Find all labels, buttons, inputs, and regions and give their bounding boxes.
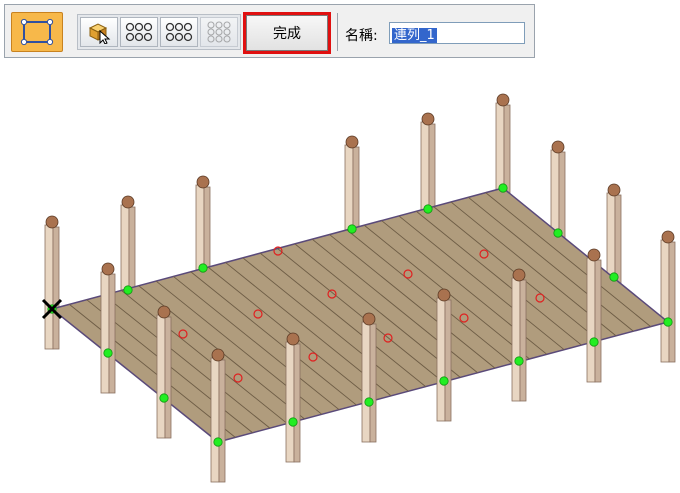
snap-point [589, 337, 599, 347]
front-post [511, 268, 527, 402]
pattern-button-group [77, 14, 241, 50]
circle-grid-3x3-disabled-icon[interactable] [200, 17, 238, 47]
name-field[interactable]: 連列_1 [389, 22, 525, 44]
snap-point [347, 224, 357, 234]
snap-point [609, 272, 619, 282]
snap-point [498, 183, 508, 193]
snap-point [159, 393, 169, 403]
snap-point [213, 437, 223, 447]
snap-point [423, 204, 433, 214]
snap-point [663, 317, 673, 327]
cube-cursor-icon[interactable] [80, 17, 118, 47]
circle-grid-2x3-icon[interactable] [120, 17, 158, 47]
snap-point [288, 417, 298, 427]
front-post [210, 348, 226, 483]
snap-point [103, 348, 113, 358]
3d-viewport[interactable] [0, 62, 680, 489]
front-post [361, 312, 377, 443]
name-label: 名稱: [345, 28, 378, 44]
finish-button-label: 完成 [246, 15, 328, 51]
snap-point [364, 397, 374, 407]
snap-point [439, 376, 449, 386]
toolbar-separator [337, 13, 338, 51]
front-post [436, 288, 452, 422]
front-post [100, 262, 116, 394]
snap-point [553, 228, 563, 238]
front-post [285, 332, 301, 463]
snap-point [123, 285, 133, 295]
front-post [586, 248, 602, 383]
deck-scene[interactable] [0, 62, 680, 489]
circle-grid-2x3-alt-icon[interactable] [160, 17, 198, 47]
back-post [44, 215, 60, 350]
snap-point [198, 263, 208, 273]
toolbar: 完成 名稱: 連列_1 [4, 4, 535, 58]
snap-point [514, 356, 524, 366]
name-field-value: 連列_1 [392, 28, 437, 43]
back-post [660, 230, 676, 363]
rectangle-select-icon[interactable] [11, 12, 63, 52]
front-post [156, 305, 172, 439]
finish-button[interactable]: 完成 [243, 12, 331, 54]
